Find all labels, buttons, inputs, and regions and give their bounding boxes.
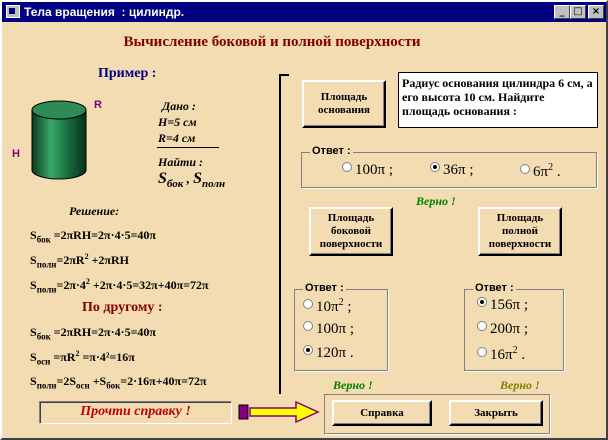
lateral-option-2[interactable]: 100π ;: [303, 321, 354, 338]
lateral-area-button[interactable]: Площадь боковой поверхности: [309, 207, 393, 256]
lateral-option-1[interactable]: 10π2 ;: [303, 297, 352, 316]
answer-group-lateral: Ответ : 10π2 ; 100π ; 120π .: [294, 282, 388, 371]
find-targets: Sбок , Sполн: [158, 170, 226, 191]
alt-line-1: Sбок =2πRH=2π·4·5=40π: [30, 325, 157, 342]
example-label: Пример :: [98, 66, 157, 81]
cylinder-icon: [31, 100, 87, 180]
radio-icon[interactable]: [303, 321, 313, 331]
title-bar[interactable]: Тела вращения : цилиндр. _ □ ×: [2, 2, 606, 22]
help-button[interactable]: Справка: [332, 400, 432, 426]
radio-checked-icon[interactable]: [303, 345, 313, 355]
alt-line-3: Sполн=2Sосн +Sбок=2·16π+40π=72π: [30, 374, 207, 391]
minimize-button[interactable]: _: [554, 5, 570, 19]
base-option-1[interactable]: 100π ;: [342, 162, 393, 179]
app-icon[interactable]: [6, 5, 20, 18]
solution-line-3: Sполн=2π·42 +2π·4·5=32π+40π=72π: [30, 277, 209, 295]
answer-group-total: Ответ : 156π ; 200π ; 16π2 .: [464, 282, 564, 371]
arrow-right-icon: [238, 400, 320, 424]
height-label: H: [12, 148, 20, 160]
problem-text: Радиус основания цилиндра 6 см, а его вы…: [398, 72, 598, 128]
radio-icon[interactable]: [303, 299, 313, 309]
radio-icon[interactable]: [520, 164, 530, 174]
page-heading: Вычисление боковой и полной поверхности: [123, 34, 421, 50]
solution-line-2: Sполн=2πR2 +2πRH: [30, 252, 129, 270]
solution-line-1: Sбок =2πRH=2π·4·5=40π: [30, 228, 157, 245]
answer-group-base-legend: Ответ :: [310, 145, 353, 157]
given-r: R=4 см: [158, 131, 196, 145]
given-divider: [157, 147, 219, 148]
answer-group-lateral-legend: Ответ :: [303, 282, 346, 294]
radio-checked-icon[interactable]: [477, 297, 487, 307]
total-option-2[interactable]: 200π ;: [477, 321, 528, 338]
radio-icon[interactable]: [342, 162, 352, 172]
radius-label: R: [94, 99, 102, 111]
base-option-3[interactable]: 6π2 .: [520, 162, 561, 181]
base-option-2[interactable]: 36π ;: [430, 162, 474, 179]
total-option-3[interactable]: 16π2 .: [477, 345, 525, 364]
base-area-button[interactable]: Площадь основания: [302, 80, 386, 128]
help-hint-box: Прочти справку !: [39, 401, 232, 424]
total-area-button[interactable]: Площадь полной поверхности: [478, 207, 562, 256]
vertical-divider: [279, 74, 281, 394]
find-title: Найти :: [158, 155, 204, 169]
lateral-option-3[interactable]: 120π .: [303, 345, 354, 362]
radio-icon[interactable]: [477, 347, 487, 357]
close-app-button[interactable]: Закрыть: [449, 400, 543, 426]
given-h: H=5 см: [158, 115, 197, 129]
verno-base: Верно !: [416, 194, 456, 208]
answer-group-base: Ответ : 100π ; 36π ; 6π2 .: [301, 145, 597, 188]
answer-group-total-legend: Ответ :: [473, 282, 516, 294]
divider-tick: [279, 74, 289, 76]
window-title: Тела вращения : цилиндр.: [24, 5, 185, 19]
alt-method-label: По другому :: [82, 300, 163, 315]
verno-total: Верно !: [500, 378, 540, 392]
solution-label: Решение:: [69, 204, 120, 218]
alt-line-2: Sосн =πR2 =π·4²=16π: [30, 349, 135, 367]
total-option-1[interactable]: 156π ;: [477, 297, 528, 314]
radio-icon[interactable]: [477, 321, 487, 331]
given-title: Дано :: [162, 99, 196, 113]
maximize-button[interactable]: □: [570, 5, 586, 19]
app-window: Тела вращения : цилиндр. _ □ × Вычислени…: [0, 0, 608, 440]
close-button[interactable]: ×: [588, 5, 604, 19]
verno-lateral: Верно !: [333, 378, 373, 392]
radio-checked-icon[interactable]: [430, 162, 440, 172]
